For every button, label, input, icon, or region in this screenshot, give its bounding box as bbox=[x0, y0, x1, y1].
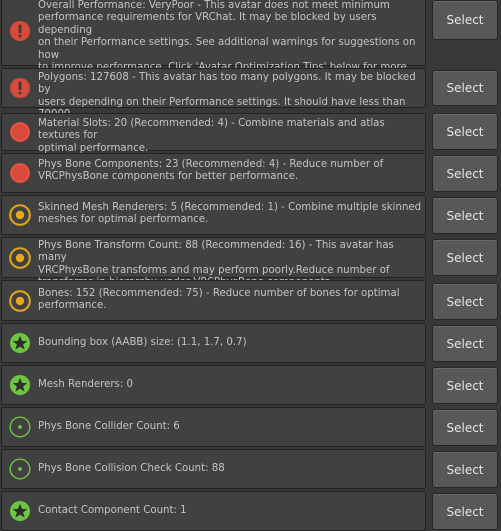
select-button[interactable]: Select bbox=[432, 493, 498, 530]
green-star-icon bbox=[9, 500, 31, 522]
validation-message-box: Phys Bone Collision Check Count: 88 bbox=[1, 449, 426, 489]
validation-message-box: Phys Bone Components: 23 (Recommended: 4… bbox=[1, 153, 426, 193]
green-ring-icon bbox=[9, 416, 31, 438]
validation-message-text: Phys Bone Collision Check Count: 88 bbox=[38, 462, 225, 474]
validation-message-text: Contact Component Count: 1 bbox=[38, 504, 187, 516]
select-button[interactable]: Select bbox=[432, 409, 498, 446]
select-button[interactable]: Select bbox=[432, 239, 498, 276]
select-button[interactable]: Select bbox=[432, 155, 498, 192]
green-star-icon bbox=[9, 374, 31, 396]
validation-message-text: Phys Bone Collider Count: 6 bbox=[38, 420, 180, 432]
validation-message-box: Phys Bone Transform Count: 88 (Recommend… bbox=[1, 237, 426, 288]
select-button[interactable]: Select bbox=[432, 283, 498, 320]
green-ring-icon bbox=[9, 458, 31, 480]
validation-message-text: Material Slots: 20 (Recommended: 4) - Co… bbox=[38, 118, 385, 154]
validation-message-box: Skinned Mesh Renderers: 5 (Recommended: … bbox=[1, 195, 426, 235]
validation-message-text: Bounding box (AABB) size: (1.1, 1.7, 0.7… bbox=[38, 336, 247, 348]
validation-message-box: Mesh Renderers: 0 bbox=[1, 365, 426, 405]
select-button[interactable]: Select bbox=[432, 367, 498, 404]
validation-message-box: Phys Bone Collider Count: 6 bbox=[1, 407, 426, 447]
select-button[interactable]: Select bbox=[432, 197, 498, 234]
select-button[interactable]: Select bbox=[432, 0, 498, 40]
exclamation-icon bbox=[9, 77, 31, 99]
exclamation-icon bbox=[9, 20, 31, 42]
select-button[interactable]: Select bbox=[432, 70, 498, 106]
validation-message-box: Overall Performance: VeryPoor - This ava… bbox=[1, 0, 426, 85]
validation-message-box: Bones: 152 (Recommended: 75) - Reduce nu… bbox=[1, 280, 426, 321]
validation-message-text: Mesh Renderers: 0 bbox=[38, 378, 134, 390]
yellow-ring-icon bbox=[9, 247, 31, 269]
validation-message-box: Bounding box (AABB) size: (1.1, 1.7, 0.7… bbox=[1, 323, 426, 363]
red-circle-icon bbox=[9, 162, 31, 184]
green-star-icon bbox=[9, 332, 31, 354]
validation-message-box: Polygons: 127608 - This avatar has too m… bbox=[1, 68, 426, 133]
select-button[interactable]: Select bbox=[432, 451, 498, 488]
red-circle-icon bbox=[9, 121, 31, 143]
yellow-ring-icon bbox=[9, 290, 31, 312]
validation-message-text: Skinned Mesh Renderers: 5 (Recommended: … bbox=[38, 202, 422, 226]
validation-message-text: Phys Bone Components: 23 (Recommended: 4… bbox=[38, 159, 384, 183]
validation-message-box: Material Slots: 20 (Recommended: 4) - Co… bbox=[1, 113, 426, 154]
yellow-ring-icon bbox=[9, 204, 31, 226]
select-button[interactable]: Select bbox=[432, 325, 498, 362]
select-button[interactable]: Select bbox=[432, 113, 498, 150]
validation-message-box: Contact Component Count: 1 bbox=[1, 491, 426, 531]
validation-message-text: Bones: 152 (Recommended: 75) - Reduce nu… bbox=[38, 288, 400, 312]
